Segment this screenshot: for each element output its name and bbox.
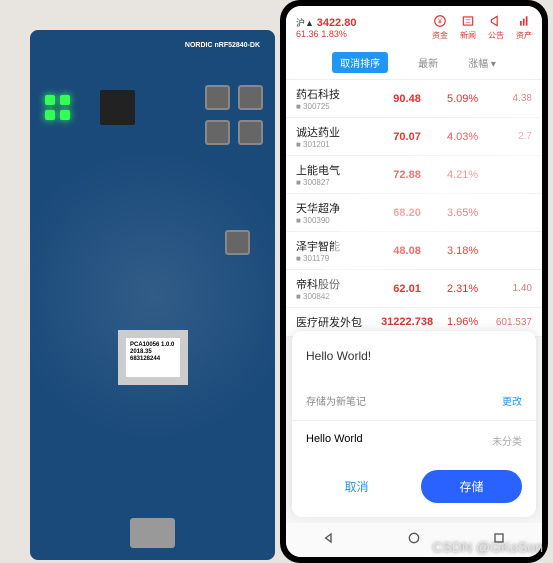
phone-screen: 沪▲ 3422.80 61.36 1.83% ¥资金 新闻 公告 资产 取消排序… — [286, 6, 542, 557]
cancel-sort-button[interactable]: 取消排序 — [332, 52, 388, 73]
led-3 — [45, 110, 55, 120]
board-brand: NORDIC nRF52840-DK — [185, 42, 260, 49]
stock-row[interactable]: 天华超净■ 30039068.203.65% — [286, 194, 542, 232]
cancel-button[interactable]: 取消 — [306, 470, 407, 503]
note-name[interactable]: Hello World — [306, 433, 363, 448]
top-bar: 沪▲ 3422.80 61.36 1.83% ¥资金 新闻 公告 资产 — [286, 6, 542, 46]
announce-icon[interactable]: 公告 — [488, 14, 504, 41]
stock-row[interactable]: 泽宇智能■ 30117948.083.18% — [286, 232, 542, 270]
chip-label: PCA10056 1.0.0 2018.35 683128244 — [118, 330, 188, 385]
note-category[interactable]: 未分类 — [492, 433, 522, 448]
save-note-popup: Hello World! 存储为新笔记 更改 Hello World 未分类 取… — [292, 331, 536, 517]
board-button-1[interactable] — [205, 85, 230, 110]
phone-device: 沪▲ 3422.80 61.36 1.83% ¥资金 新闻 公告 资产 取消排序… — [280, 0, 548, 563]
change-link[interactable]: 更改 — [502, 393, 522, 408]
stock-row[interactable]: 药石科技■ 30072590.485.09%4.38 — [286, 80, 542, 118]
stock-row[interactable]: 上能电气■ 30082772.884.21% — [286, 156, 542, 194]
popup-title: Hello World! — [292, 331, 536, 381]
save-as-label: 存储为新笔记 — [306, 393, 366, 408]
tab-change[interactable]: 涨幅 ▾ — [468, 52, 496, 73]
tab-latest[interactable]: 最新 — [418, 52, 438, 73]
nav-home-icon[interactable] — [406, 530, 422, 551]
market-index[interactable]: 沪▲ 3422.80 61.36 1.83% — [296, 16, 356, 40]
svg-text:¥: ¥ — [438, 18, 442, 25]
board-button-5[interactable] — [225, 230, 250, 255]
stock-row[interactable]: 诚达药业■ 30120170.074.03%2.7 — [286, 118, 542, 156]
led-2 — [60, 95, 70, 105]
watermark: CSDN @GKoSon — [432, 539, 543, 555]
board-button-3[interactable] — [205, 120, 230, 145]
news-icon[interactable]: 新闻 — [460, 14, 476, 41]
tab-row: 取消排序 最新 涨幅 ▾ — [286, 46, 542, 80]
save-button[interactable]: 存储 — [421, 470, 522, 503]
stock-list: 药石科技■ 30072590.485.09%4.38 诚达药业■ 3012017… — [286, 80, 542, 337]
stock-row[interactable]: 帝科股份■ 30084262.012.31%1.40 — [286, 270, 542, 308]
led-1 — [45, 95, 55, 105]
board-button-4[interactable] — [238, 120, 263, 145]
board-button-2[interactable] — [238, 85, 263, 110]
nav-back-icon[interactable] — [321, 530, 337, 551]
mcu-chip — [100, 90, 135, 125]
funds-icon[interactable]: ¥资金 — [432, 14, 448, 41]
led-4 — [60, 110, 70, 120]
usb-port — [130, 518, 175, 548]
assets-icon[interactable]: 资产 — [516, 14, 532, 41]
index-name: 沪▲ 3422.80 — [296, 16, 356, 29]
dev-board: NORDIC nRF52840-DK PCA10056 1.0.0 2018.3… — [30, 30, 275, 560]
